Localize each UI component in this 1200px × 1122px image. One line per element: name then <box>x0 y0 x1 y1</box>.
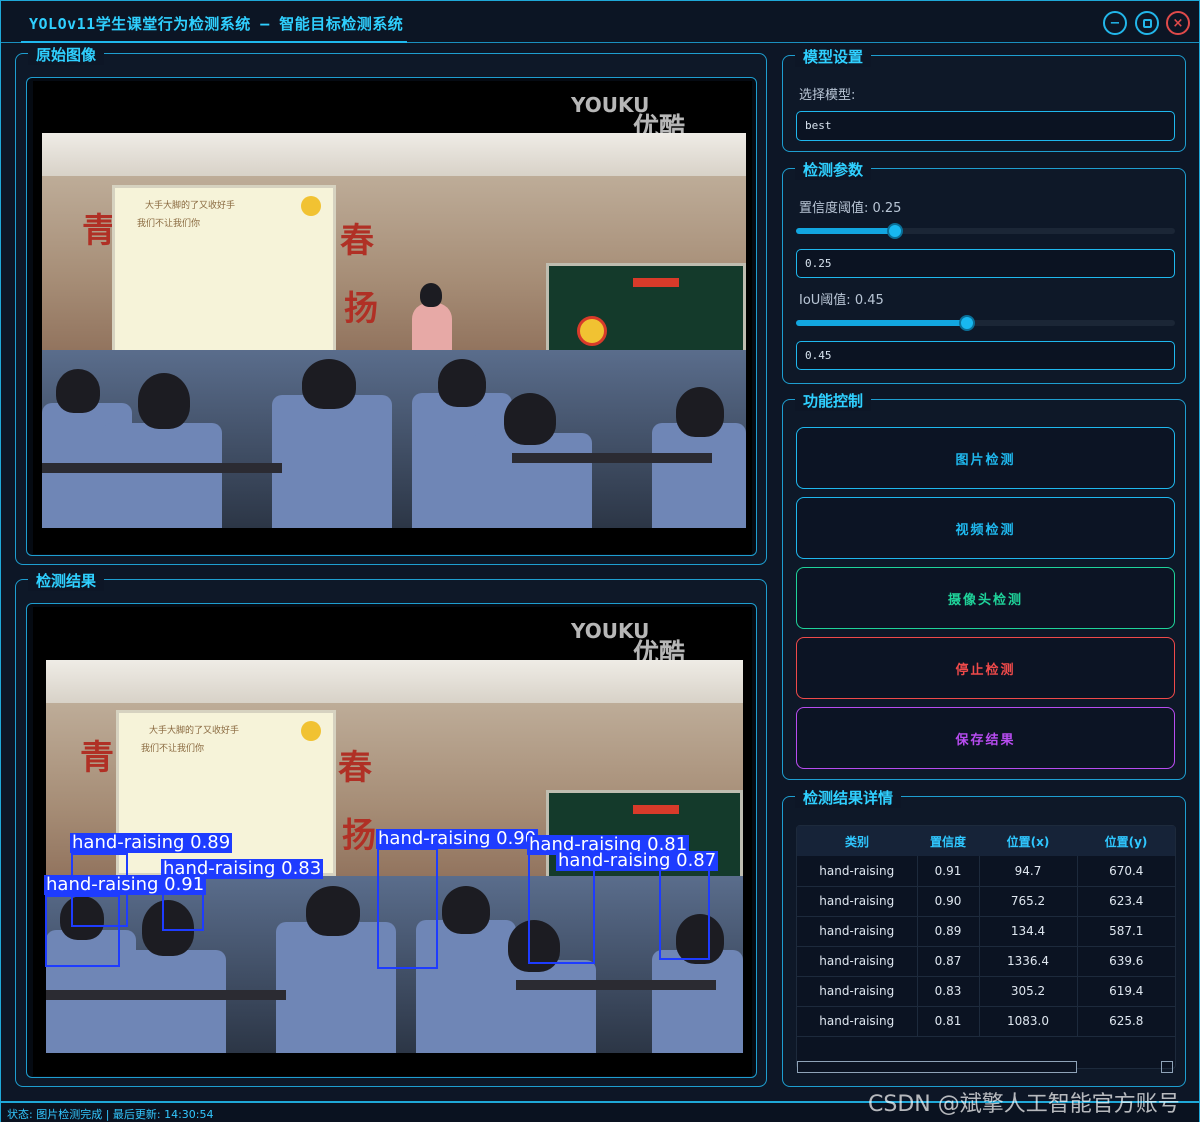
confidence-label: 置信度阈值: 0.25 <box>799 201 902 216</box>
select-model-label: 选择模型: <box>799 88 856 103</box>
detection-result-panel: 检测结果 YOUKU 优酷 青 春 扬 大手大脚的了又收好手 我们不让我们你 h… <box>15 570 767 1087</box>
result-image: YOUKU 优酷 青 春 扬 大手大脚的了又收好手 我们不让我们你 hand-r… <box>33 607 752 1076</box>
table-row[interactable]: hand-raising 0.81 1083.0 625.8 <box>797 1006 1175 1037</box>
title-bar[interactable]: YOLOv11学生课堂行为检测系统 – 智能目标检测系统 − × <box>1 1 1199 43</box>
cell-confidence: 0.81 <box>917 1006 980 1037</box>
cell-class: hand-raising <box>797 916 918 947</box>
maximize-icon <box>1142 18 1152 28</box>
iou-label: IoU阈值: 0.45 <box>799 293 884 308</box>
minimize-icon: − <box>1109 15 1121 31</box>
cell-y: 587.1 <box>1077 916 1175 947</box>
detection-box <box>659 869 710 960</box>
cell-confidence: 0.90 <box>917 886 980 917</box>
confidence-input[interactable]: 0.25 <box>796 249 1175 278</box>
detection-label: hand-raising 0.91 <box>44 874 207 895</box>
cell-x: 134.4 <box>979 916 1078 947</box>
model-settings-title: 模型设置 <box>795 46 872 67</box>
video-detect-button[interactable]: 视频检测 <box>796 497 1175 559</box>
camera-detect-button[interactable]: 摄像头检测 <box>796 567 1175 629</box>
maximize-button[interactable] <box>1135 11 1159 35</box>
save-result-button[interactable]: 保存结果 <box>796 707 1175 769</box>
iou-slider-fill <box>796 320 967 326</box>
original-image-frame: YOUKU 优酷 青 春 扬 大手大脚的了又收好手 我们不让我们你 <box>26 77 757 556</box>
scrollbar-thumb[interactable] <box>797 1061 1077 1073</box>
results-table: 类别 置信度 位置(x) 位置(y) hand-raising 0.91 94.… <box>797 826 1175 1037</box>
stop-detect-button[interactable]: 停止检测 <box>796 637 1175 699</box>
column-header[interactable]: 位置(x) <box>979 826 1077 856</box>
minimize-button[interactable]: − <box>1103 11 1127 35</box>
detection-label: hand-raising 0.90 <box>376 828 539 849</box>
cell-y: 670.4 <box>1077 856 1175 887</box>
detect-params-panel: 检测参数 置信度阈值: 0.25 0.25 IoU阈值: 0.45 0.45 <box>782 159 1186 384</box>
result-details-panel: 检测结果详情 类别 置信度 位置(x) 位置(y) hand-raising 0… <box>782 787 1186 1087</box>
column-header[interactable]: 位置(y) <box>1077 826 1175 856</box>
cell-confidence: 0.87 <box>917 946 980 977</box>
original-image-panel: 原始图像 YOUKU 优酷 青 春 扬 大手大脚的了又收好手 我们不让我们你 <box>15 44 767 565</box>
close-button[interactable]: × <box>1166 11 1190 35</box>
model-settings-panel: 模型设置 选择模型: best <box>782 46 1186 152</box>
result-details-title: 检测结果详情 <box>795 787 902 808</box>
cell-y: 619.4 <box>1077 976 1175 1007</box>
cell-y: 625.8 <box>1077 1006 1175 1037</box>
cell-class: hand-raising <box>797 946 918 977</box>
status-text: 状态: 图片检测完成 | 最后更新: 14:30:54 <box>7 1108 214 1121</box>
cell-x: 1083.0 <box>979 1006 1078 1037</box>
confidence-slider-fill <box>796 228 895 234</box>
confidence-slider-handle[interactable] <box>887 223 903 239</box>
scrollbar-arrow-icon[interactable] <box>1161 1061 1173 1073</box>
column-header[interactable]: 类别 <box>797 826 917 856</box>
cell-y: 639.6 <box>1077 946 1175 977</box>
function-control-title: 功能控制 <box>795 390 872 411</box>
original-image: YOUKU 优酷 青 春 扬 大手大脚的了又收好手 我们不让我们你 <box>33 81 752 554</box>
table-row[interactable]: hand-raising 0.87 1336.4 639.6 <box>797 946 1175 977</box>
classroom-scene: 青 春 扬 大手大脚的了又收好手 我们不让我们你 <box>42 133 746 528</box>
cell-confidence: 0.89 <box>917 916 980 947</box>
table-row[interactable]: hand-raising 0.91 94.7 670.4 <box>797 856 1175 887</box>
detection-box <box>377 848 438 969</box>
window-title: YOLOv11学生课堂行为检测系统 – 智能目标检测系统 <box>29 15 404 33</box>
result-image-frame: YOUKU 优酷 青 春 扬 大手大脚的了又收好手 我们不让我们你 hand-r… <box>26 603 757 1078</box>
detect-params-title: 检测参数 <box>795 159 872 180</box>
cell-x: 1336.4 <box>979 946 1078 977</box>
cell-y: 623.4 <box>1077 886 1175 917</box>
model-select[interactable]: best <box>796 111 1175 141</box>
projector-screen: 大手大脚的了又收好手 我们不让我们你 <box>112 185 336 353</box>
detection-box <box>45 895 120 967</box>
table-row[interactable]: hand-raising 0.83 305.2 619.4 <box>797 976 1175 1007</box>
cell-class: hand-raising <box>797 976 918 1007</box>
table-row[interactable]: hand-raising 0.89 134.4 587.1 <box>797 916 1175 947</box>
results-table-header: 类别 置信度 位置(x) 位置(y) <box>797 826 1175 856</box>
cell-class: hand-raising <box>797 856 918 887</box>
function-control-panel: 功能控制 图片检测 视频检测 摄像头检测 停止检测 保存结果 <box>782 390 1186 780</box>
cell-confidence: 0.91 <box>917 856 980 887</box>
column-header[interactable]: 置信度 <box>917 826 979 856</box>
detection-label: hand-raising 0.89 <box>70 832 233 853</box>
app-window: YOLOv11学生课堂行为检测系统 – 智能目标检测系统 − × 原始图像 YO… <box>0 0 1200 1122</box>
detection-result-title: 检测结果 <box>28 570 105 591</box>
cell-x: 305.2 <box>979 976 1078 1007</box>
table-row[interactable]: hand-raising 0.90 765.2 623.4 <box>797 886 1175 917</box>
cell-confidence: 0.83 <box>917 976 980 1007</box>
iou-slider-handle[interactable] <box>959 315 975 331</box>
iou-input[interactable]: 0.45 <box>796 341 1175 370</box>
cell-x: 94.7 <box>979 856 1078 887</box>
cell-class: hand-raising <box>797 886 918 917</box>
title-underline <box>21 41 407 43</box>
detection-label: hand-raising 0.87 <box>556 850 719 871</box>
csdn-watermark: CSDN @斌擎人工智能官方账号 <box>868 1092 1180 1117</box>
cell-class: hand-raising <box>797 1006 918 1037</box>
close-icon: × <box>1172 15 1184 31</box>
horizontal-scrollbar[interactable] <box>797 1059 1175 1073</box>
image-detect-button[interactable]: 图片检测 <box>796 427 1175 489</box>
original-image-title: 原始图像 <box>28 44 105 65</box>
cell-x: 765.2 <box>979 886 1078 917</box>
